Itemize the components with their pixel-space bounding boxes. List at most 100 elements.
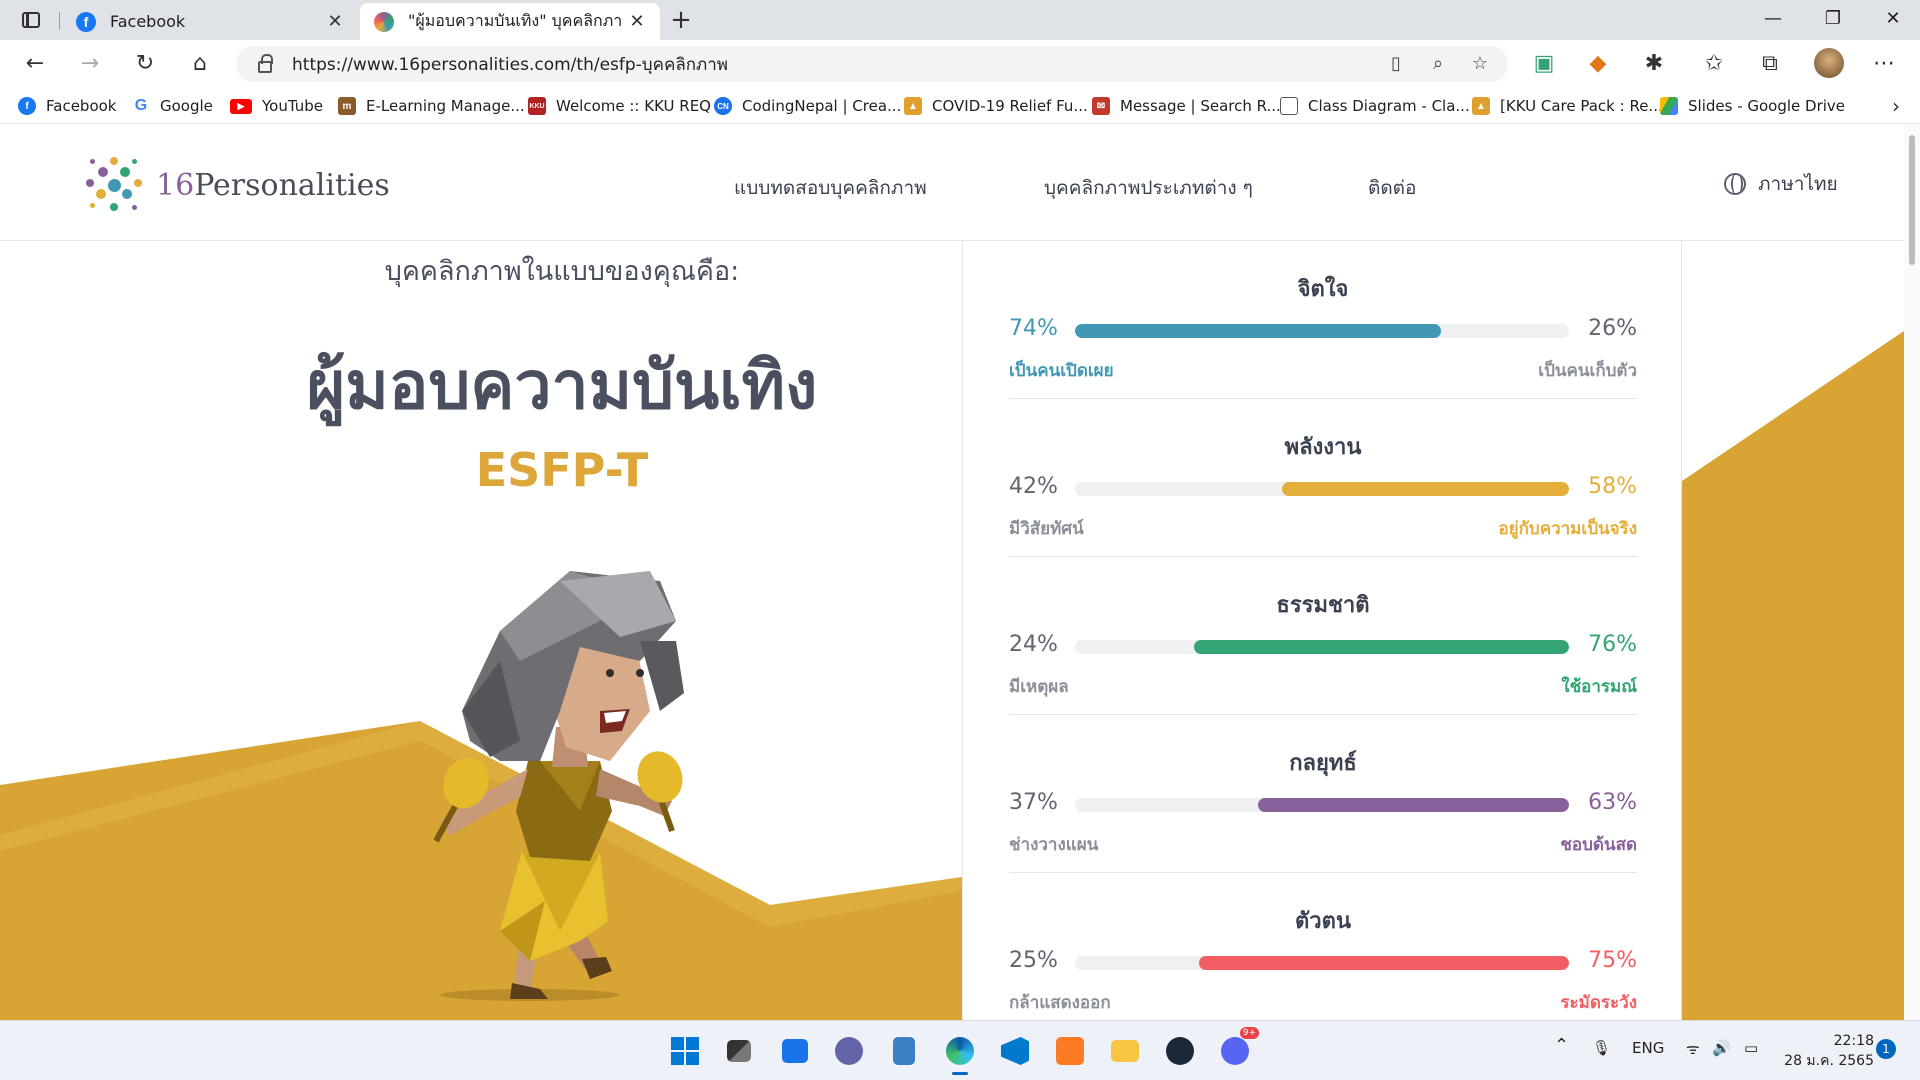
lock-icon[interactable]	[258, 54, 273, 73]
refresh-button[interactable]: ↻	[127, 48, 163, 80]
task-view-icon[interactable]	[719, 1031, 759, 1071]
trait-left-percent: 37%	[1009, 790, 1058, 815]
bookmark-elearning[interactable]: m E-Learning Manage...	[338, 94, 525, 118]
trait-bar-fill	[1282, 482, 1569, 496]
bookmark-covid-relief[interactable]: ▲ COVID-19 Relief Fu...	[904, 94, 1088, 118]
metamask-icon[interactable]: ◆	[1580, 48, 1616, 80]
bookmark-message[interactable]: ✉ Message | Search R...	[1092, 94, 1281, 118]
bookmark-facebook[interactable]: f Facebook	[18, 94, 116, 118]
show-hidden-icons-chevron-icon[interactable]: ⌃	[1554, 1035, 1569, 1056]
tab-title: Facebook	[110, 12, 186, 31]
file-explorer-icon[interactable]	[1105, 1031, 1145, 1071]
personality-type-name: ผู้มอบความบันเทิง	[306, 347, 818, 424]
widgets-icon[interactable]	[775, 1031, 815, 1071]
trait-tactics: กลยุทธ์ 37% 63% ช่างวางแผน ชอบด้นสด	[1009, 715, 1637, 873]
xampp-icon[interactable]	[1050, 1031, 1090, 1071]
bookmark-label: COVID-19 Relief Fu...	[932, 97, 1088, 115]
bookmark-google-slides[interactable]: Slides - Google Drive	[1660, 94, 1845, 118]
battery-icon[interactable]: ▭	[1744, 1039, 1758, 1057]
input-language[interactable]: ENG	[1632, 1039, 1664, 1057]
trait-bar	[1075, 956, 1569, 970]
personality-type-code: ESFP-T	[475, 443, 649, 497]
vscode-icon[interactable]	[995, 1031, 1035, 1071]
bookmark-kku-care[interactable]: ▲ [KKU Care Pack : Re...	[1472, 94, 1663, 118]
trait-left-label: กล้าแสดงออก	[1009, 993, 1111, 1013]
edge-browser-icon[interactable]	[940, 1031, 980, 1075]
extension-check-icon[interactable]: ▣	[1526, 48, 1562, 80]
bookmark-codingnepal[interactable]: CN CodingNepal | Crea...	[714, 94, 901, 118]
trait-energy: พลังงาน 42% 58% มีวิสัยทัศน์ อยู่กับความ…	[1009, 399, 1637, 557]
language-selector[interactable]: ภาษาไทย	[1724, 169, 1838, 199]
close-tab-icon[interactable]: ✕	[622, 11, 652, 32]
nav-contact[interactable]: ติดต่อ	[1368, 173, 1416, 203]
trait-title: พลังงาน	[1284, 435, 1362, 460]
close-window-button[interactable]: ✕	[1860, 0, 1920, 40]
home-button[interactable]: ⌂	[182, 48, 218, 80]
notepad-icon[interactable]	[884, 1031, 924, 1071]
trait-bar-fill	[1193, 640, 1569, 654]
restore-button[interactable]: ❐	[1800, 0, 1866, 40]
bookmark-youtube[interactable]: ▶ YouTube	[230, 94, 323, 118]
bookmark-google[interactable]: G Google	[132, 94, 213, 118]
nav-personality-types[interactable]: บุคคลิกภาพประเภทต่าง ๆ	[1044, 173, 1253, 203]
address-bar[interactable]: ▯ ⌕ ☆	[236, 46, 1508, 82]
tab-16personalities[interactable]: "ผู้มอบความบันเทิง" บุคคลิกภาพ (ESF ✕	[360, 3, 660, 40]
tab-actions-icon[interactable]	[14, 7, 48, 33]
bookmark-label: CodingNepal | Crea...	[742, 97, 902, 115]
bookmark-label: [KKU Care Pack : Re...	[1500, 97, 1663, 115]
trait-bar	[1075, 482, 1569, 496]
favorite-icon[interactable]: ☆	[1464, 50, 1496, 78]
volume-icon[interactable]: 🔊	[1712, 1039, 1731, 1057]
trait-bar	[1075, 798, 1569, 812]
extensions-icon[interactable]: ✱	[1636, 48, 1672, 80]
trait-bar-fill	[1257, 798, 1569, 812]
system-clock[interactable]: 22:18 28 ม.ค. 2565	[1774, 1031, 1874, 1071]
bookmark-label: Welcome :: KKU REQ	[556, 97, 711, 115]
logo-number: 16	[156, 167, 195, 203]
trait-bar-fill	[1075, 324, 1441, 338]
scrollbar-thumb[interactable]	[1909, 135, 1915, 265]
windows-taskbar: 9+ ⌃ 🎙 ENG ᯤ 🔊 ▭ 22:18 28 ม.ค. 2565 1	[0, 1020, 1920, 1080]
trait-left-percent: 74%	[1009, 316, 1058, 341]
teams-chat-icon[interactable]	[829, 1031, 869, 1071]
page-scrollbar[interactable]	[1904, 125, 1920, 1020]
url-input[interactable]	[292, 54, 1292, 74]
bookmark-kku-req[interactable]: KKU Welcome :: KKU REQ	[528, 94, 711, 118]
notification-badge[interactable]: 1	[1876, 1039, 1896, 1059]
microphone-icon[interactable]: 🎙	[1592, 1039, 1611, 1057]
trait-nature: ธรรมชาติ 24% 76% มีเหตุผล ใช้อารมณ์	[1009, 557, 1637, 715]
more-bookmarks-chevron-icon[interactable]: ›	[1892, 94, 1900, 118]
steam-icon[interactable]	[1160, 1031, 1200, 1071]
right-decor-panel	[1682, 241, 1904, 1020]
forward-button[interactable]: →	[72, 48, 108, 80]
google-icon: G	[132, 97, 150, 115]
webpage: 16Personalities แบบทดสอบบุคคลิกภาพ บุคคล…	[0, 125, 1920, 1020]
globe-icon	[1724, 173, 1746, 195]
nav-personality-test[interactable]: แบบทดสอบบุคคลิกภาพ	[734, 173, 927, 203]
minimize-button[interactable]: —	[1740, 0, 1806, 40]
new-tab-button[interactable]: +	[665, 5, 697, 37]
language-label: ภาษาไทย	[1758, 173, 1838, 195]
kku-req-icon: KKU	[528, 97, 546, 115]
back-button[interactable]: ←	[17, 48, 53, 80]
elearning-icon: m	[338, 97, 356, 115]
trait-left-percent: 24%	[1009, 632, 1058, 657]
bookmark-class-diagram[interactable]: Class Diagram - Cla...	[1280, 94, 1470, 118]
wifi-icon[interactable]: ᯤ	[1686, 1039, 1700, 1059]
windows-logo-icon	[671, 1037, 699, 1065]
collections-icon[interactable]: ⧉	[1752, 48, 1788, 80]
trait-left-label: ช่างวางแผน	[1009, 835, 1099, 855]
reader-mode-icon[interactable]: ▯	[1380, 50, 1412, 78]
bookmark-label: YouTube	[262, 97, 323, 115]
favorites-icon[interactable]: ✩	[1696, 48, 1732, 80]
zoom-icon[interactable]: ⌕	[1422, 50, 1454, 78]
discord-icon[interactable]: 9+	[1215, 1027, 1259, 1071]
profile-avatar[interactable]	[1814, 48, 1844, 78]
16personalities-icon	[374, 11, 394, 32]
trait-right-percent: 58%	[1588, 474, 1637, 499]
close-tab-icon[interactable]: ✕	[320, 11, 350, 32]
site-logo[interactable]: 16Personalities	[82, 153, 390, 217]
start-button[interactable]	[665, 1031, 705, 1071]
more-menu-icon[interactable]: ⋯	[1866, 48, 1902, 80]
tab-facebook[interactable]: f Facebook ✕	[62, 3, 358, 40]
